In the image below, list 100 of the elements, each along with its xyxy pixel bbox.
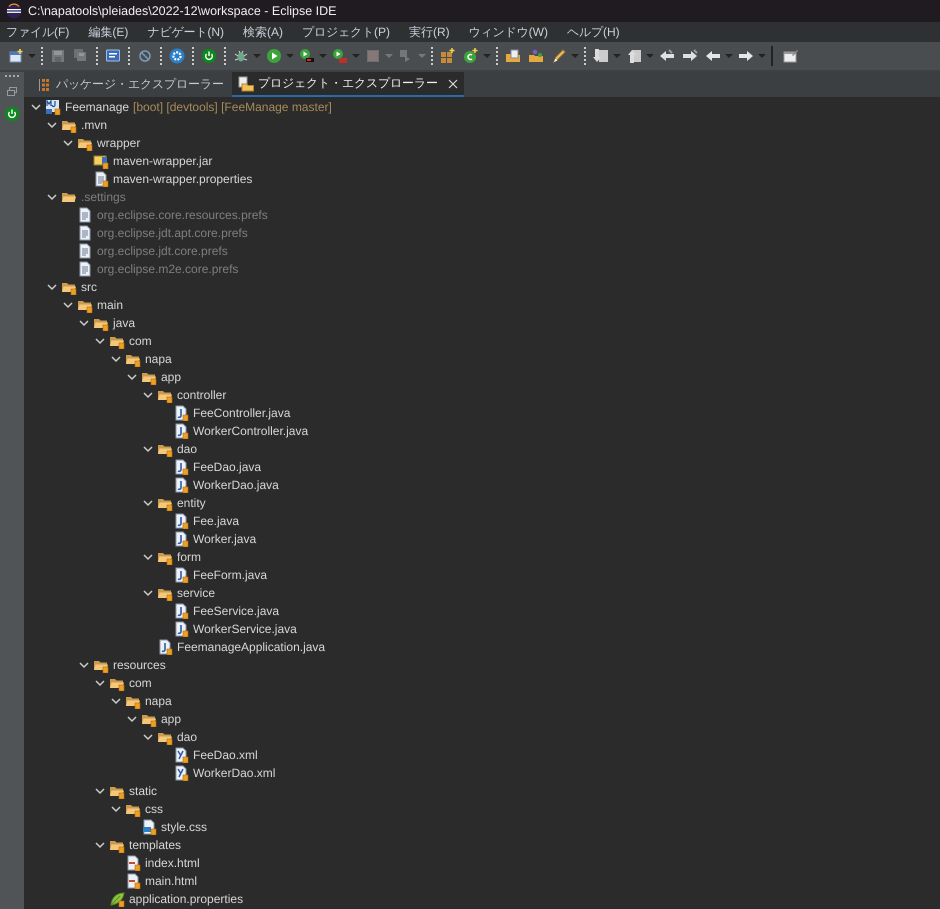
- chevron-down-icon[interactable]: [143, 552, 153, 562]
- chevron-down-icon[interactable]: [47, 282, 57, 292]
- chevron-down-icon[interactable]: [63, 300, 73, 310]
- chevron-down-icon[interactable]: [111, 354, 121, 364]
- power-icon[interactable]: [201, 48, 217, 64]
- chevron-down-icon[interactable]: [143, 588, 153, 598]
- crossed-circle-icon[interactable]: [137, 48, 153, 64]
- chevron-down-icon[interactable]: [79, 318, 89, 328]
- tree-item[interactable]: FeemanageApplication.java: [177, 640, 326, 654]
- chevron-down-icon[interactable]: [111, 696, 121, 706]
- right-arrow-pencil-icon[interactable]: [682, 48, 698, 64]
- tree-item[interactable]: com: [129, 676, 152, 690]
- tree-item[interactable]: WorkerDao.java: [193, 478, 279, 492]
- tree-item[interactable]: Fee.java: [193, 514, 240, 528]
- text-file-icon: [77, 243, 93, 259]
- chevron-down-icon[interactable]: [95, 840, 105, 850]
- tree-item[interactable]: java: [113, 316, 136, 330]
- tree-item[interactable]: wrapper: [97, 136, 140, 150]
- play-toolbox-icon[interactable]: [332, 48, 348, 64]
- down-arrow-document-icon[interactable]: [593, 48, 609, 64]
- tree-item[interactable]: main.html: [145, 874, 198, 888]
- power-icon[interactable]: [4, 106, 20, 122]
- folder-document-icon[interactable]: [505, 48, 521, 64]
- tree-item[interactable]: FeeController.java: [193, 406, 290, 420]
- chevron-down-icon[interactable]: [31, 102, 41, 112]
- terminal-icon[interactable]: [105, 48, 121, 64]
- tree-item[interactable]: resources: [113, 658, 166, 672]
- new-file-icon[interactable]: [8, 48, 24, 64]
- chevron-down-icon[interactable]: [143, 390, 153, 400]
- chevron-down-icon[interactable]: [143, 498, 153, 508]
- chevron-down-icon[interactable]: [143, 732, 153, 742]
- menu-item[interactable]: ヘルプ(H): [567, 24, 620, 40]
- chevron-down-icon[interactable]: [63, 138, 73, 148]
- tree-item[interactable]: style.css: [161, 820, 208, 834]
- tree-item[interactable]: css: [145, 802, 163, 816]
- tree-item[interactable]: maven-wrapper.properties: [113, 172, 252, 186]
- bug-icon[interactable]: [233, 48, 249, 64]
- chevron-down-icon[interactable]: [127, 372, 137, 382]
- play-icon[interactable]: [266, 48, 282, 64]
- tree-item[interactable]: form: [177, 550, 201, 564]
- tree-item[interactable]: .mvn: [81, 118, 108, 132]
- menu-item[interactable]: 実行(R): [409, 24, 450, 40]
- folder-dots-icon[interactable]: [528, 48, 544, 64]
- tree-item[interactable]: index.html: [145, 856, 200, 870]
- chevron-down-icon[interactable]: [95, 786, 105, 796]
- menu-item[interactable]: ファイル(F): [6, 24, 70, 40]
- package-grid-icon[interactable]: [440, 48, 456, 64]
- menu-item[interactable]: 検索(A): [243, 24, 283, 40]
- tree-item[interactable]: FeeService.java: [193, 604, 280, 618]
- chevron-down-icon[interactable]: [95, 678, 105, 688]
- chevron-down-icon[interactable]: [95, 336, 105, 346]
- chevron-down-icon[interactable]: [79, 660, 89, 670]
- tree-item[interactable]: service: [177, 586, 216, 600]
- menu-item[interactable]: プロジェクト(P): [302, 24, 390, 40]
- tree-item[interactable]: dao: [177, 730, 198, 744]
- tree-item[interactable]: FeeDao.java: [193, 460, 262, 474]
- tree-item[interactable]: dao: [177, 442, 198, 456]
- left-arrow-pencil-icon[interactable]: [659, 48, 675, 64]
- chevron-down-icon[interactable]: [47, 120, 57, 130]
- tree-item[interactable]: Feemanage: [65, 100, 130, 114]
- pen-icon[interactable]: [551, 48, 567, 64]
- menu-item[interactable]: ウィンドウ(W): [468, 24, 548, 40]
- chevron-down-icon[interactable]: [143, 444, 153, 454]
- tree-item[interactable]: controller: [177, 388, 226, 402]
- right-arrow-icon[interactable]: [738, 48, 754, 64]
- tree-item[interactable]: app: [161, 712, 182, 726]
- eclipse-logo-icon: [6, 3, 22, 19]
- up-arrow-document-icon[interactable]: [626, 48, 642, 64]
- tree-item[interactable]: application.properties: [129, 892, 244, 906]
- tree-item[interactable]: WorkerController.java: [193, 424, 308, 438]
- tree-item[interactable]: app: [161, 370, 182, 384]
- tree-item[interactable]: static: [129, 784, 158, 798]
- tree-item[interactable]: FeeDao.xml: [193, 748, 258, 762]
- tree-item[interactable]: entity: [177, 496, 206, 510]
- gear-icon[interactable]: [169, 48, 185, 64]
- tree-item[interactable]: WorkerDao.xml: [193, 766, 276, 780]
- tree-item[interactable]: main: [97, 298, 124, 312]
- tree-item[interactable]: napa: [145, 694, 172, 708]
- menu-item[interactable]: 編集(E): [88, 24, 128, 40]
- new-class-icon[interactable]: [463, 48, 479, 64]
- play-bar-icon[interactable]: [299, 48, 315, 64]
- left-arrow-icon[interactable]: [705, 48, 721, 64]
- close-icon[interactable]: [448, 78, 458, 88]
- window-pencil-icon[interactable]: [783, 48, 799, 64]
- view-tab[interactable]: パッケージ・エクスプローラー: [30, 72, 230, 97]
- tree-item[interactable]: WorkerService.java: [193, 622, 297, 636]
- chevron-down-icon[interactable]: [47, 192, 57, 202]
- chevron-down-icon[interactable]: [127, 714, 137, 724]
- chevron-down-icon[interactable]: [111, 804, 121, 814]
- menu-item[interactable]: ナビゲート(N): [147, 24, 224, 40]
- restore-icon[interactable]: [6, 86, 18, 98]
- tree-item[interactable]: templates: [129, 838, 182, 852]
- tree-item[interactable]: napa: [145, 352, 172, 366]
- tree-item[interactable]: src: [81, 280, 97, 294]
- tree-item[interactable]: com: [129, 334, 152, 348]
- tree-item[interactable]: Worker.java: [193, 532, 256, 546]
- tree-item[interactable]: FeeForm.java: [193, 568, 268, 582]
- view-tab[interactable]: プロジェクト・エクスプローラー: [232, 72, 464, 97]
- tree-item[interactable]: maven-wrapper.jar: [113, 154, 212, 168]
- grip-icon[interactable]: [4, 75, 20, 78]
